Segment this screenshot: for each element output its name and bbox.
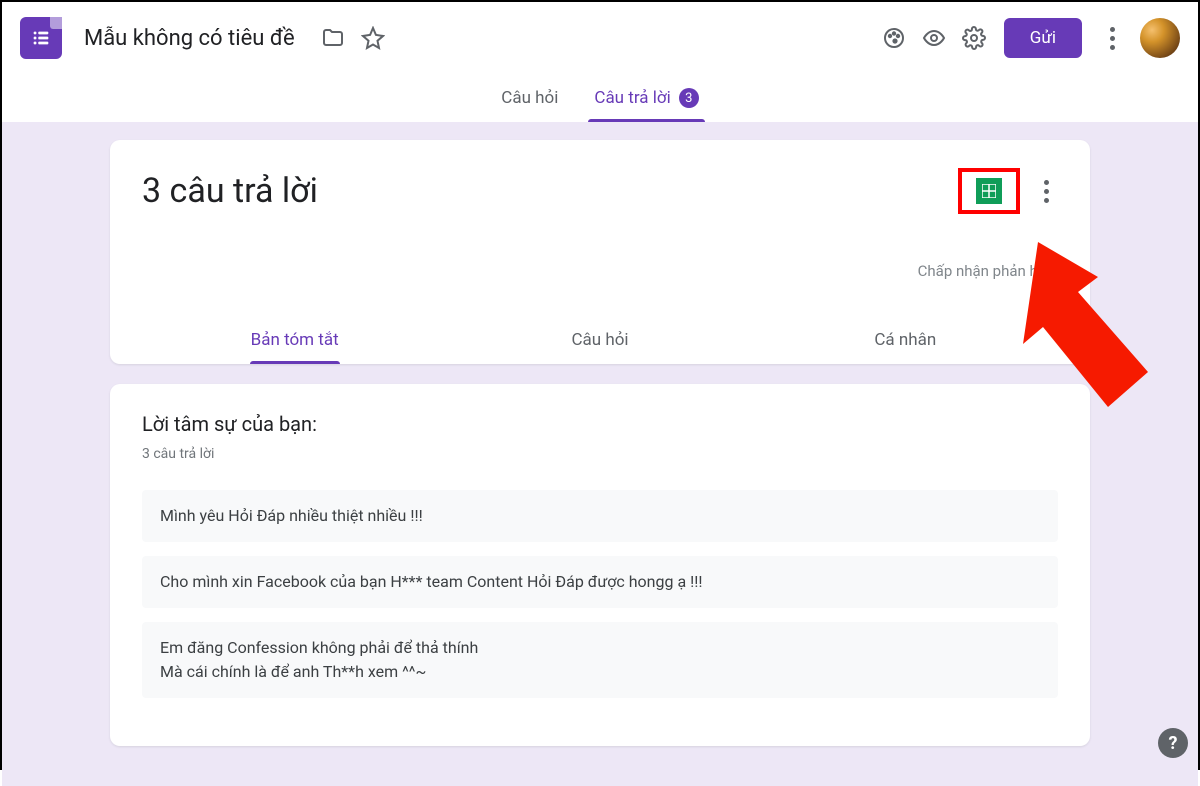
workspace: 3 câu trả lời Chấp nhận phản hồi Bản tóm… bbox=[2, 122, 1198, 786]
move-to-folder-button[interactable] bbox=[313, 18, 353, 58]
inner-tab-individual[interactable]: Cá nhân bbox=[753, 316, 1058, 364]
help-button[interactable]: ? bbox=[1158, 728, 1188, 758]
accepting-responses-label: Chấp nhận phản hồi bbox=[142, 262, 1058, 280]
annotation-highlight bbox=[958, 168, 1020, 214]
settings-button[interactable] bbox=[954, 18, 994, 58]
response-item: Cho mình xin Facebook của bạn H*** team … bbox=[142, 556, 1058, 608]
app-header: Mẫu không có tiêu đề Gửi bbox=[2, 2, 1198, 74]
responses-inner-tabs: Bản tóm tắt Câu hỏi Cá nhân bbox=[142, 316, 1058, 364]
tab-questions[interactable]: Câu hỏi bbox=[483, 74, 576, 122]
responses-title: 3 câu trả lời bbox=[142, 171, 318, 211]
form-tabs: Câu hỏi Câu trả lời 3 bbox=[2, 74, 1198, 122]
inner-tab-summary[interactable]: Bản tóm tắt bbox=[142, 316, 447, 364]
more-button[interactable] bbox=[1092, 18, 1132, 58]
customize-theme-button[interactable] bbox=[874, 18, 914, 58]
responses-count-badge: 3 bbox=[679, 88, 699, 108]
preview-button[interactable] bbox=[914, 18, 954, 58]
response-item: Em đăng Confession không phải để thả thí… bbox=[142, 622, 1058, 698]
tab-responses[interactable]: Câu trả lời 3 bbox=[576, 74, 716, 122]
question-title: Lời tâm sự của bạn: bbox=[142, 412, 1058, 436]
inner-tab-question[interactable]: Câu hỏi bbox=[447, 316, 752, 364]
question-response-count: 3 câu trả lời bbox=[142, 446, 1058, 462]
response-item: Mình yêu Hỏi Đáp nhiều thiệt nhiều !!! bbox=[142, 490, 1058, 542]
forms-logo-icon[interactable] bbox=[20, 17, 62, 59]
responses-more-button[interactable] bbox=[1034, 180, 1058, 203]
tab-responses-label: Câu trả lời bbox=[594, 88, 670, 108]
question-responses-card: Lời tâm sự của bạn: 3 câu trả lời Mình y… bbox=[110, 384, 1090, 746]
star-button[interactable] bbox=[353, 18, 393, 58]
account-avatar[interactable] bbox=[1140, 18, 1180, 58]
responses-summary-card: 3 câu trả lời Chấp nhận phản hồi Bản tóm… bbox=[110, 140, 1090, 364]
create-spreadsheet-button[interactable] bbox=[976, 178, 1002, 204]
send-button[interactable]: Gửi bbox=[1004, 18, 1082, 58]
form-title[interactable]: Mẫu không có tiêu đề bbox=[84, 26, 295, 51]
